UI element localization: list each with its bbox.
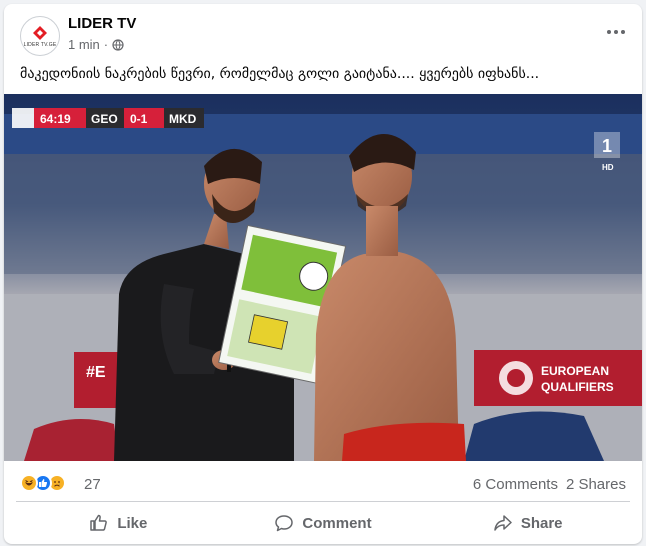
reactions-bar: 27 6 Comments 2 Shares: [4, 466, 642, 496]
page-name-link[interactable]: LIDER TV: [68, 15, 136, 32]
scoreboard-score: 0-1: [130, 112, 148, 126]
share-button[interactable]: Share: [425, 504, 630, 542]
post-card: LIDER TV.GE LIDER TV 1 min · მაკედონიის …: [4, 4, 642, 544]
avatar[interactable]: LIDER TV.GE: [20, 16, 60, 56]
haha-reaction-icon: [20, 474, 38, 492]
banner-text-european: EUROPEAN: [541, 364, 609, 378]
channel-hd-badge: HD: [602, 163, 614, 172]
like-button[interactable]: Like: [16, 504, 221, 542]
post-timestamp[interactable]: 1 min: [68, 37, 100, 52]
scoreboard-away: MKD: [169, 112, 197, 126]
share-button-label: Share: [520, 514, 563, 532]
thumbs-up-icon: [90, 514, 108, 531]
scoreboard-time: 64:19: [40, 112, 71, 126]
more-options-icon[interactable]: [604, 22, 628, 42]
post-caption: მაკედონიის ნაკრების წევრი, რომელმაც გოლი…: [20, 66, 540, 82]
post-stats: 6 Comments 2 Shares: [473, 476, 626, 493]
post-photo[interactable]: #E EUROPEAN QUALIFIERS 64:19 GEO 0-1 MKD…: [4, 94, 642, 461]
avatar-logo-text: LIDER TV.GE: [23, 41, 57, 48]
share-arrow-icon: [494, 515, 512, 531]
comments-count-link[interactable]: 6 Comments: [473, 476, 558, 493]
shares-count-link[interactable]: 2 Shares: [566, 476, 626, 493]
banner-text-qualifiers: QUALIFIERS: [541, 380, 614, 394]
photo-scene: #E EUROPEAN QUALIFIERS 64:19 GEO 0-1 MKD…: [4, 94, 642, 461]
reaction-icons[interactable]: [20, 474, 66, 492]
post-actions: Like Comment Share: [16, 504, 630, 542]
globe-icon[interactable]: [112, 38, 124, 51]
post-meta: 1 min ·: [68, 37, 124, 52]
reaction-count[interactable]: 27: [84, 476, 101, 493]
like-button-label: Like: [117, 514, 148, 532]
svg-text:1: 1: [602, 136, 612, 156]
scoreboard-home: GEO: [91, 112, 118, 126]
meta-separator: ·: [103, 37, 109, 52]
post-header: LIDER TV.GE LIDER TV 1 min ·: [4, 4, 642, 60]
comment-icon: [275, 515, 294, 532]
comment-button-label: Comment: [302, 514, 372, 532]
lider-logo-icon: [33, 25, 47, 40]
comment-button[interactable]: Comment: [221, 504, 426, 542]
scoreboard: 64:19 GEO 0-1 MKD: [12, 108, 204, 128]
action-divider: [16, 501, 630, 502]
banner-left-text: #E: [86, 364, 106, 381]
